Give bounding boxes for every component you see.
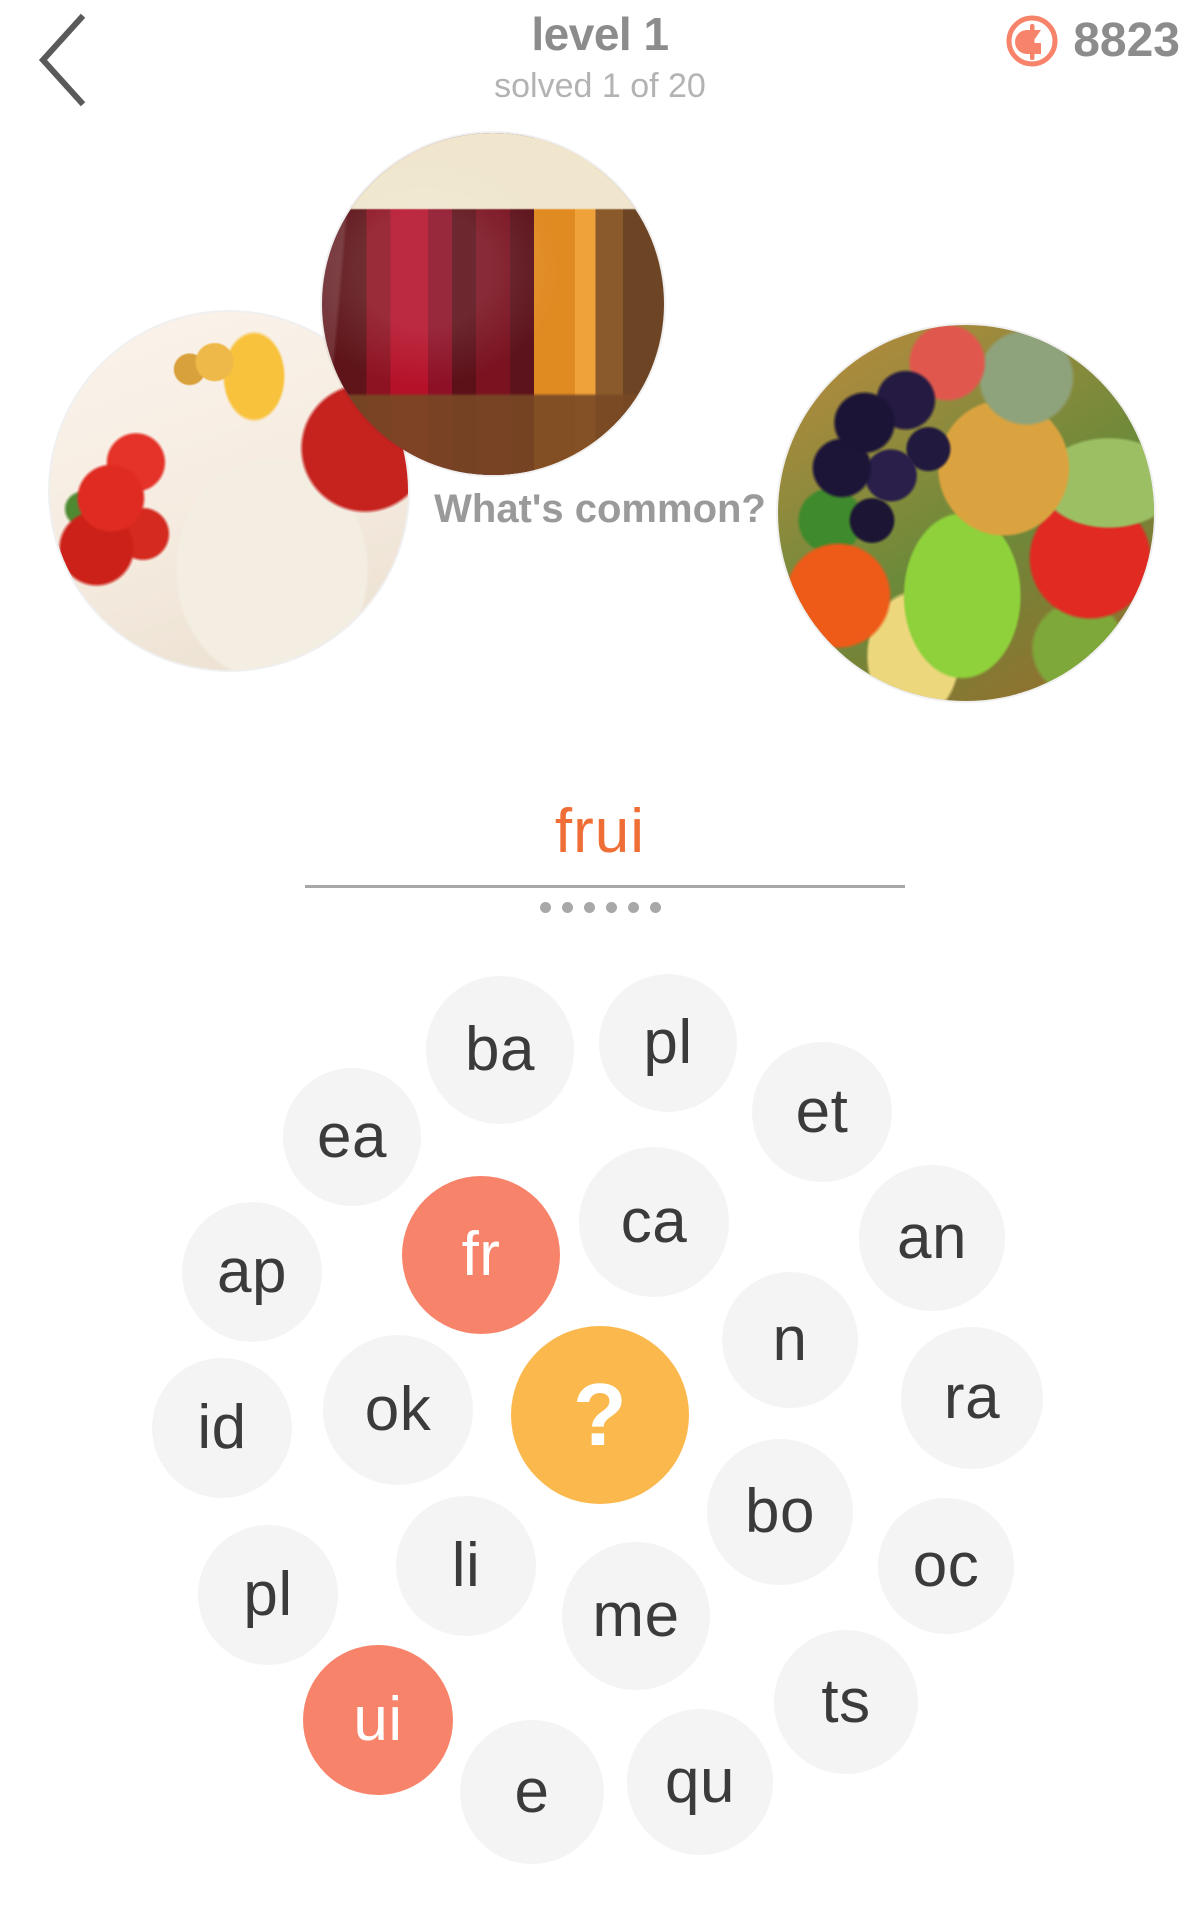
letter-tile-bo[interactable]: bo	[707, 1439, 853, 1585]
letter-tile-ba[interactable]: ba	[426, 976, 574, 1124]
letter-tile-fr[interactable]: fr	[402, 1176, 560, 1334]
letter-tile-cloud: ba pl ea et ap fr ca an id ok? n ra bo oc pl li me ui ts e q…	[0, 0, 1200, 1920]
letter-tile-oc[interactable]: oc	[878, 1498, 1014, 1634]
letter-tile-pl[interactable]: pl	[198, 1525, 338, 1665]
letter-tile-ap[interactable]: ap	[182, 1202, 322, 1342]
puzzle-prompt: What's common?	[434, 487, 766, 531]
letter-tile-ra[interactable]: ra	[901, 1327, 1043, 1469]
letter-tile-e[interactable]: e	[460, 1720, 604, 1864]
letter-tile-ea[interactable]: ea	[283, 1068, 421, 1206]
letter-tile-n[interactable]: n	[722, 1272, 858, 1408]
hint-button[interactable]: ?	[511, 1326, 689, 1504]
letter-tile-et[interactable]: et	[752, 1042, 892, 1182]
letter-tile-pl[interactable]: pl	[599, 974, 737, 1112]
letter-tile-an[interactable]: an	[859, 1165, 1005, 1311]
letter-tile-id[interactable]: id	[152, 1358, 292, 1498]
letter-tile-ui[interactable]: ui	[303, 1645, 453, 1795]
letter-tile-li[interactable]: li	[396, 1496, 536, 1636]
letter-tile-ca[interactable]: ca	[579, 1147, 729, 1297]
letter-tile-me[interactable]: me	[562, 1542, 710, 1690]
letter-tile-ts[interactable]: ts	[774, 1630, 918, 1774]
letter-tile-qu[interactable]: qu	[627, 1709, 773, 1855]
letter-tile-ok[interactable]: ok	[323, 1335, 473, 1485]
game-screen: level 1 solved 1 of 20 8823 What's commo…	[0, 0, 1200, 1920]
